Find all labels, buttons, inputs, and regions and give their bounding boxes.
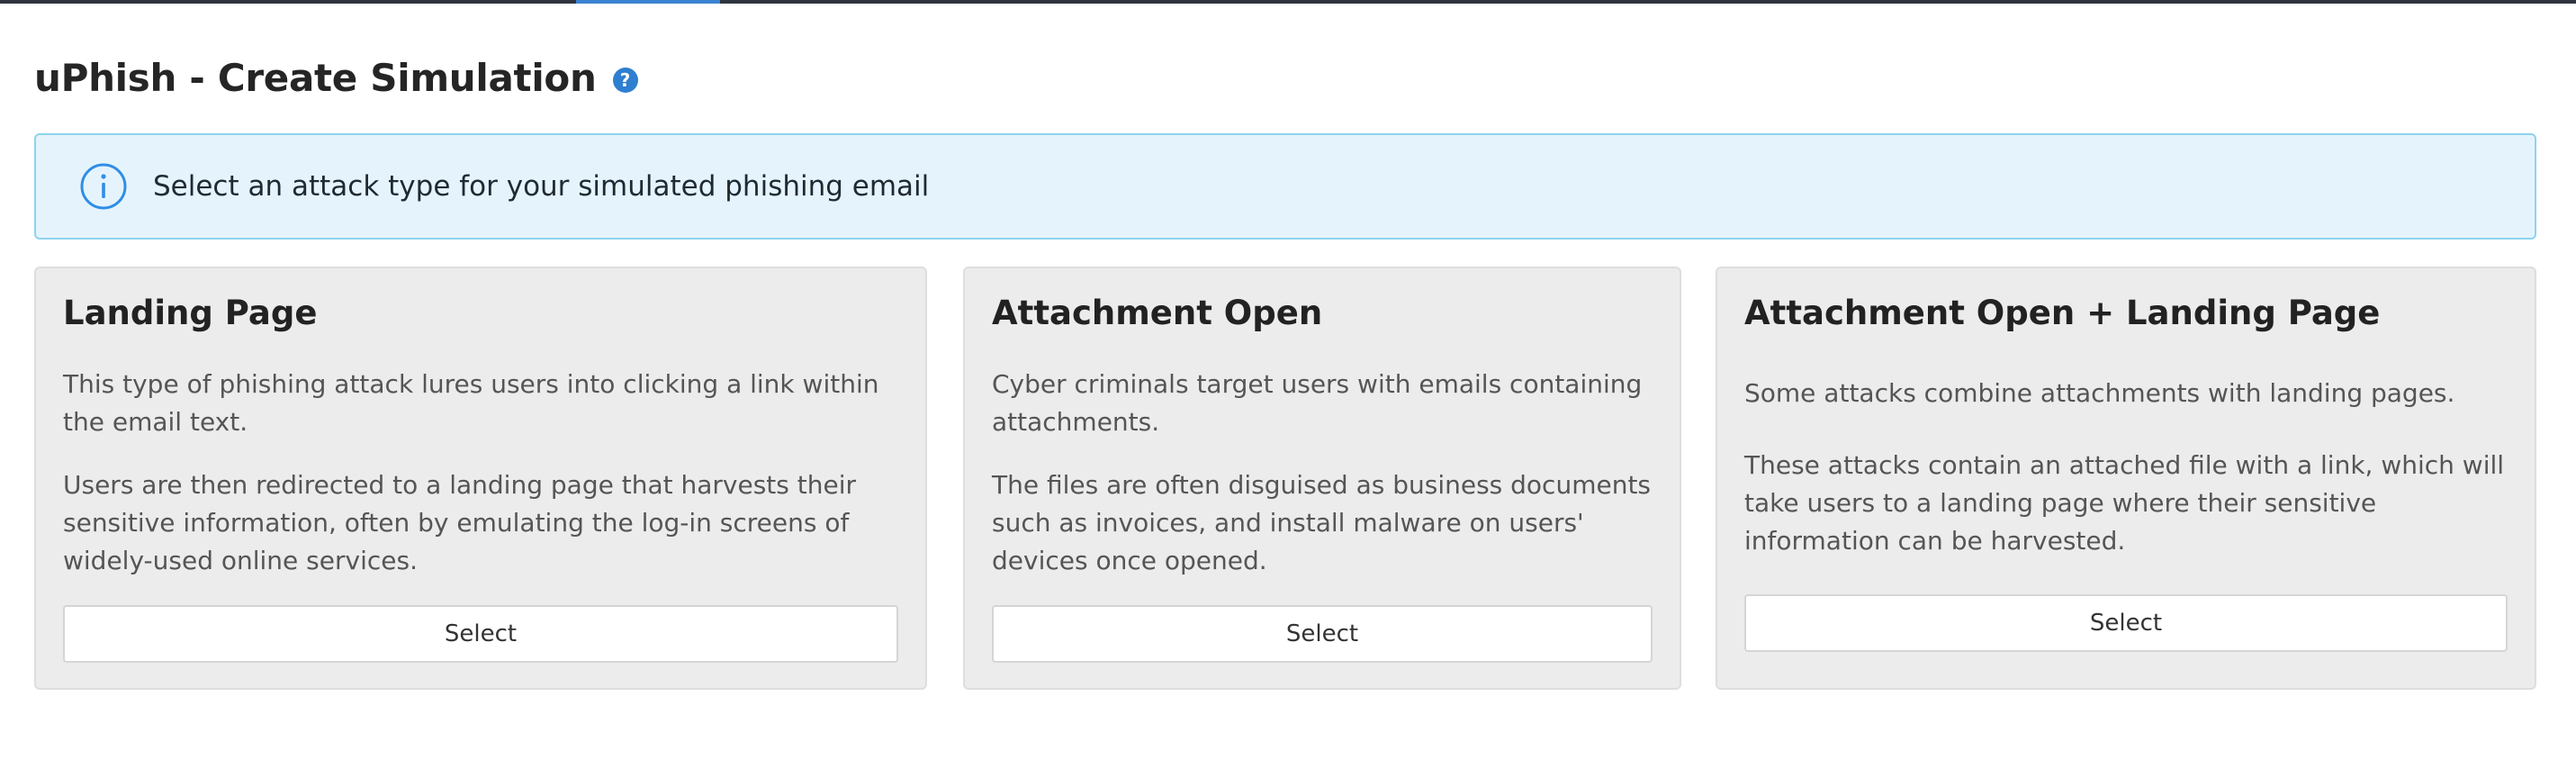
card-paragraph: Some attacks combine attachments with la… bbox=[1744, 378, 2455, 408]
active-tab-indicator bbox=[576, 0, 720, 4]
card-description: Cyber criminals target users with emails… bbox=[992, 366, 1653, 580]
card-description: Some attacks combine attachments with la… bbox=[1744, 375, 2508, 560]
card-paragraph: The files are often disguised as busines… bbox=[992, 470, 1652, 575]
top-navigation-bar bbox=[0, 0, 2576, 4]
info-circle-icon bbox=[80, 163, 127, 210]
attack-type-card-attachment-open: Attachment Open Cyber criminals target u… bbox=[963, 267, 1681, 690]
question-circle-icon[interactable]: ? bbox=[612, 68, 638, 93]
select-attachment-open-button[interactable]: Select bbox=[992, 605, 1653, 663]
card-title: Attachment Open bbox=[992, 294, 1323, 332]
attack-type-card-landing-page: Landing Page This type of phishing attac… bbox=[34, 267, 927, 690]
card-paragraph: These attacks contain an attached file w… bbox=[1744, 450, 2505, 556]
attack-type-card-attachment-landing: Attachment Open + Landing Page Some atta… bbox=[1716, 267, 2536, 690]
select-attachment-landing-button[interactable]: Select bbox=[1744, 594, 2508, 652]
alert-message: Select an attack type for your simulated… bbox=[153, 170, 930, 203]
info-alert: Select an attack type for your simulated… bbox=[34, 133, 2536, 240]
page-header: uPhish - Create Simulation ? bbox=[34, 52, 638, 103]
card-title: Attachment Open + Landing Page bbox=[1744, 294, 2381, 332]
card-paragraph: This type of phishing attack lures users… bbox=[63, 369, 879, 437]
select-landing-page-button[interactable]: Select bbox=[63, 605, 898, 663]
card-paragraph: Cyber criminals target users with emails… bbox=[992, 369, 1643, 437]
card-description: This type of phishing attack lures users… bbox=[63, 366, 898, 580]
card-paragraph: Users are then redirected to a landing p… bbox=[63, 470, 856, 575]
page-title: uPhish - Create Simulation bbox=[34, 55, 597, 100]
card-title: Landing Page bbox=[63, 294, 318, 332]
